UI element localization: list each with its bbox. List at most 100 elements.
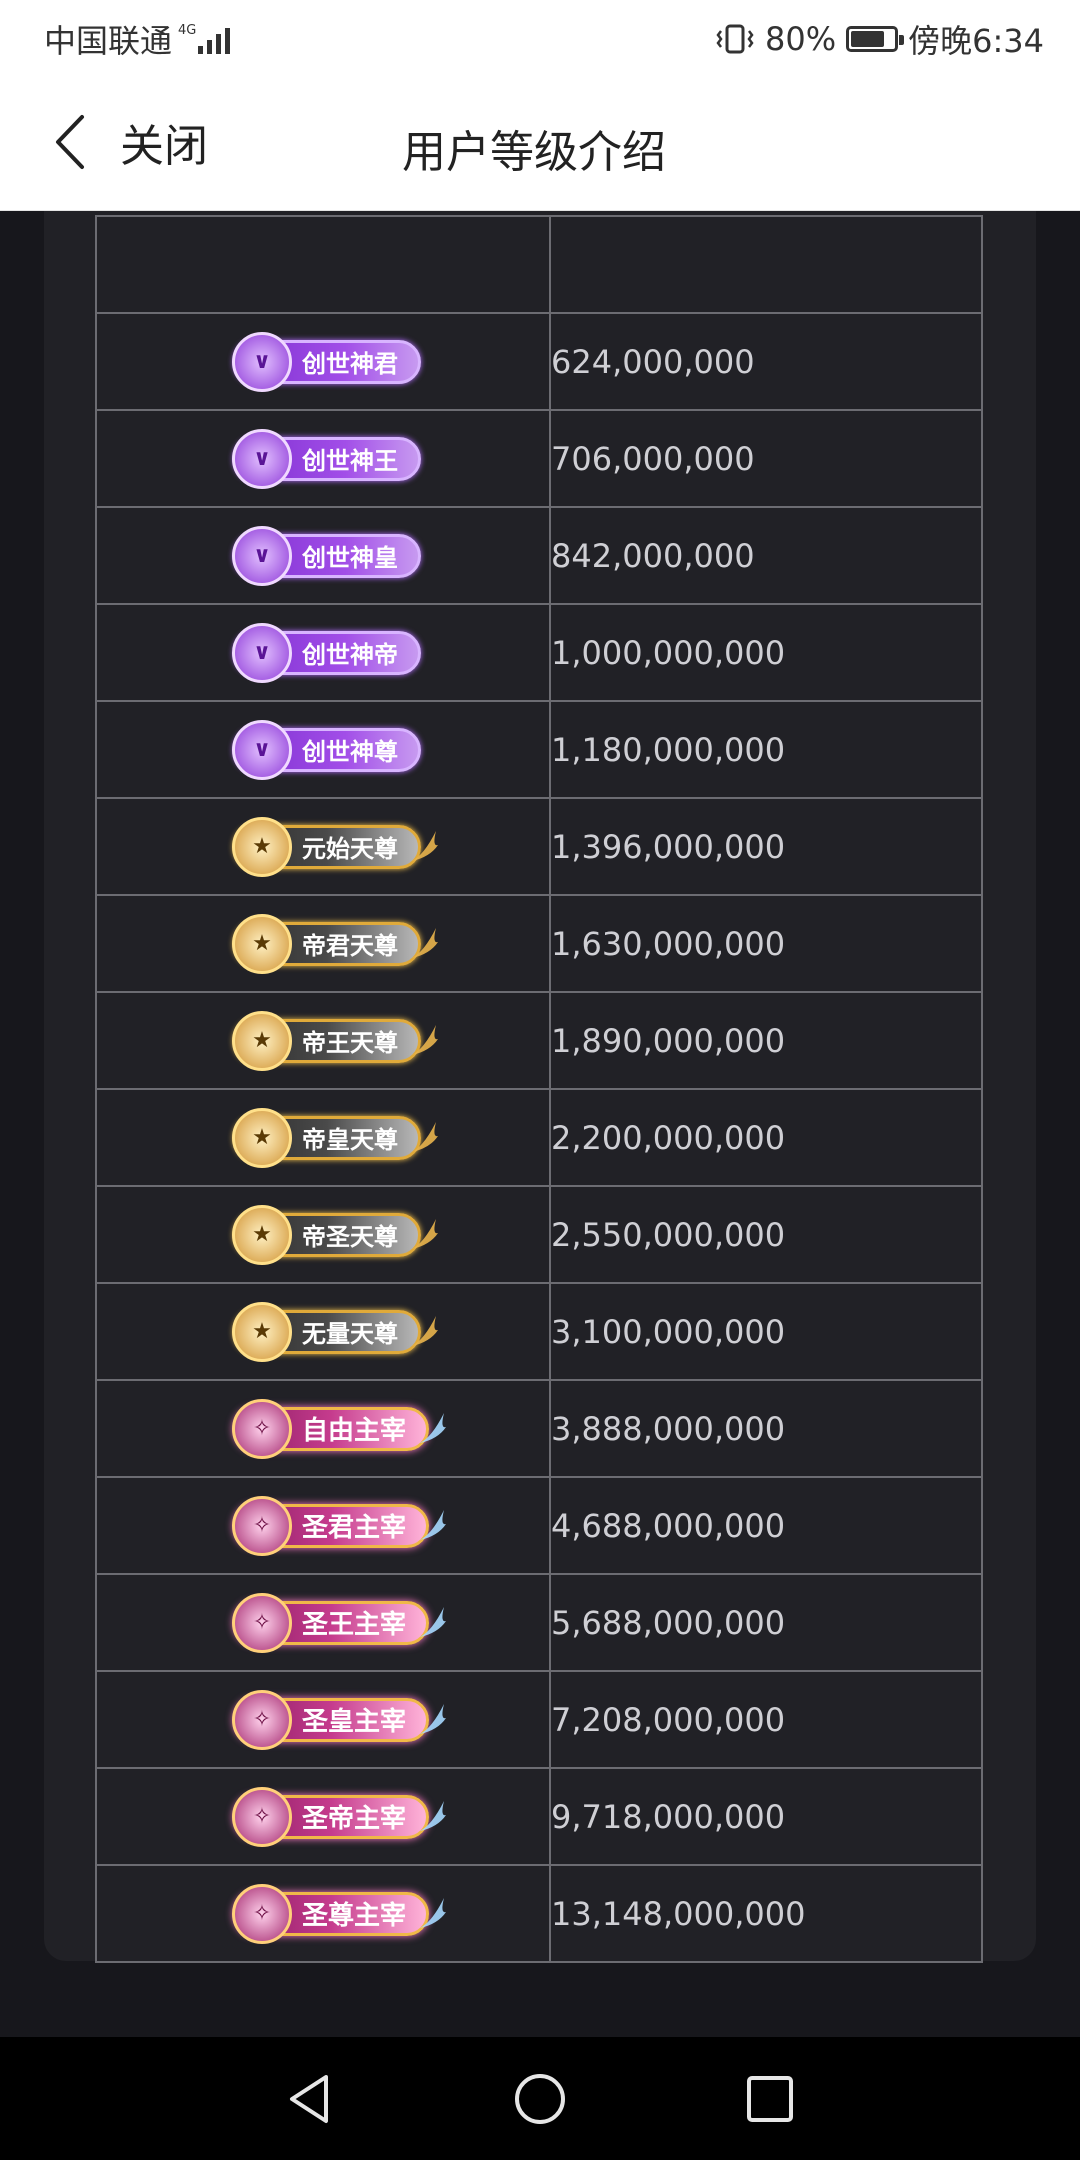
table-row: ∨ 创世神尊 1,180,000,000: [95, 700, 983, 799]
shield-chevron-icon: ∨: [232, 719, 292, 780]
shield-chevron-icon: ∨: [232, 428, 292, 489]
level-name: 创世神皇: [302, 544, 398, 572]
gold-shield-icon: ★: [232, 1204, 292, 1265]
gold-shield-icon: ★: [232, 816, 292, 877]
level-badge: ★ 帝王天尊: [232, 1010, 438, 1071]
table-row: ✧ 圣皇主宰 7,208,000,000: [95, 1670, 983, 1769]
level-value: 1,890,000,000: [549, 991, 983, 1090]
badge-cell: [95, 215, 551, 314]
badge-cell: ✧ 圣尊主宰: [95, 1864, 551, 1963]
level-value: 1,396,000,000: [549, 797, 983, 896]
badge-cell: ✧ 圣皇主宰: [95, 1670, 551, 1769]
level-value: 1,000,000,000: [549, 603, 983, 702]
level-badge: ✧ 圣皇主宰: [232, 1689, 447, 1750]
network-type: 4G: [178, 23, 197, 38]
home-circle-icon[interactable]: [512, 2071, 568, 2127]
level-name: 创世神尊: [302, 738, 398, 766]
level-badge: ★ 无量天尊: [232, 1301, 438, 1362]
recents-square-icon[interactable]: [742, 2071, 798, 2127]
level-badge: ★ 帝圣天尊: [232, 1204, 438, 1265]
level-name: 帝王天尊: [302, 1029, 398, 1057]
table-row: ∨ 创世神君 624,000,000: [95, 312, 983, 411]
level-badge: ★ 帝皇天尊: [232, 1107, 438, 1168]
wing-ornament-icon: [420, 1800, 447, 1831]
value-cell: [549, 215, 983, 314]
content-area[interactable]: ∨ 创世神君 624,000,000 ∨ 创世神王 706,000,000 ∨ 创世神皇 842…: [0, 211, 1080, 2037]
badge-cell: ★ 帝王天尊: [95, 991, 551, 1090]
level-value: 706,000,000: [549, 409, 983, 508]
status-left: 中国联通 4G: [44, 16, 231, 62]
level-badge: ∨ 创世神君: [232, 331, 421, 392]
level-value: 2,550,000,000: [549, 1185, 983, 1284]
status-right: 80% 傍晚6:34: [715, 16, 1044, 62]
vibrate-icon: [716, 24, 754, 54]
level-name: 圣王主宰: [302, 1610, 407, 1640]
badge-cell: ✧ 圣帝主宰: [95, 1767, 551, 1866]
level-name: 圣帝主宰: [302, 1804, 407, 1834]
level-value: 13,148,000,000: [549, 1864, 983, 1963]
badge-cell: ✧ 自由主宰: [95, 1379, 551, 1478]
badge-cell: ✧ 圣君主宰: [95, 1476, 551, 1575]
pink-shield-icon: ✧: [232, 1786, 292, 1847]
badge-cell: ★ 帝圣天尊: [95, 1185, 551, 1284]
table-row: ✧ 圣尊主宰 13,148,000,000: [95, 1864, 983, 1963]
level-name: 圣君主宰: [302, 1513, 407, 1543]
table-row: ✧ 圣王主宰 5,688,000,000: [95, 1573, 983, 1672]
badge-cell: ★ 元始天尊: [95, 797, 551, 896]
level-name: 帝圣天尊: [302, 1223, 398, 1251]
level-name: 帝君天尊: [302, 932, 398, 960]
gold-shield-icon: ★: [232, 1010, 292, 1071]
table-row: ★ 帝王天尊 1,890,000,000: [95, 991, 983, 1090]
wing-ornament-icon: [420, 1897, 447, 1928]
close-button[interactable]: 关闭: [52, 110, 208, 174]
wing-ornament-icon: [420, 1606, 447, 1637]
table-row: ✧ 圣帝主宰 9,718,000,000: [95, 1767, 983, 1866]
level-name: 创世神帝: [302, 641, 398, 669]
badge-cell: ★ 无量天尊: [95, 1282, 551, 1381]
level-value: 624,000,000: [549, 312, 983, 411]
level-name: 元始天尊: [302, 835, 398, 863]
level-badge: ✧ 圣君主宰: [232, 1495, 447, 1556]
pink-shield-icon: ✧: [232, 1495, 292, 1556]
table-row: ✧ 圣君主宰 4,688,000,000: [95, 1476, 983, 1575]
pink-shield-icon: ✧: [232, 1592, 292, 1653]
level-badge: ∨ 创世神王: [232, 428, 421, 489]
badge-cell: ∨ 创世神帝: [95, 603, 551, 702]
level-badge: ✧ 圣尊主宰: [232, 1883, 447, 1944]
badge-cell: ∨ 创世神皇: [95, 506, 551, 605]
level-value: 4,688,000,000: [549, 1476, 983, 1575]
wing-ornament-icon: [412, 1121, 438, 1152]
level-name: 创世神君: [302, 350, 398, 378]
carrier-label: 中国联通: [44, 22, 173, 60]
level-badge: ✧ 自由主宰: [232, 1398, 447, 1459]
level-name: 圣尊主宰: [302, 1901, 407, 1931]
level-badge: ∨ 创世神帝: [232, 622, 421, 683]
badge-cell: ∨ 创世神君: [95, 312, 551, 411]
shield-chevron-icon: ∨: [232, 622, 292, 683]
table-row: ∨ 创世神帝 1,000,000,000: [95, 603, 983, 702]
wing-ornament-icon: [412, 927, 438, 958]
level-badge: ∨ 创世神皇: [232, 525, 421, 586]
level-value: 1,180,000,000: [549, 700, 983, 799]
close-label: 关闭: [120, 121, 208, 172]
level-badge: ✧ 圣帝主宰: [232, 1786, 447, 1847]
badge-cell: ★ 帝君天尊: [95, 894, 551, 993]
level-value: 5,688,000,000: [549, 1573, 983, 1672]
badge-cell: ★ 帝皇天尊: [95, 1088, 551, 1187]
shield-chevron-icon: ∨: [232, 331, 292, 392]
level-value: 3,888,000,000: [549, 1379, 983, 1478]
system-navigation-bar: [0, 2037, 1080, 2160]
table-row: ★ 帝君天尊 1,630,000,000: [95, 894, 983, 993]
shield-chevron-icon: ∨: [232, 525, 292, 586]
gold-shield-icon: ★: [232, 1107, 292, 1168]
table-row: ★ 帝圣天尊 2,550,000,000: [95, 1185, 983, 1284]
badge-cell: ∨ 创世神尊: [95, 700, 551, 799]
battery-icon: [846, 26, 905, 52]
level-badge: ∨ 创世神尊: [232, 719, 421, 780]
navigation-bar: 关闭 用户等级介绍: [0, 72, 1080, 211]
table-row: ✧ 自由主宰 3,888,000,000: [95, 1379, 983, 1478]
wing-ornament-icon: [420, 1412, 447, 1443]
back-triangle-icon[interactable]: [282, 2071, 338, 2127]
wing-ornament-icon: [420, 1703, 447, 1734]
level-name: 创世神王: [302, 447, 398, 475]
